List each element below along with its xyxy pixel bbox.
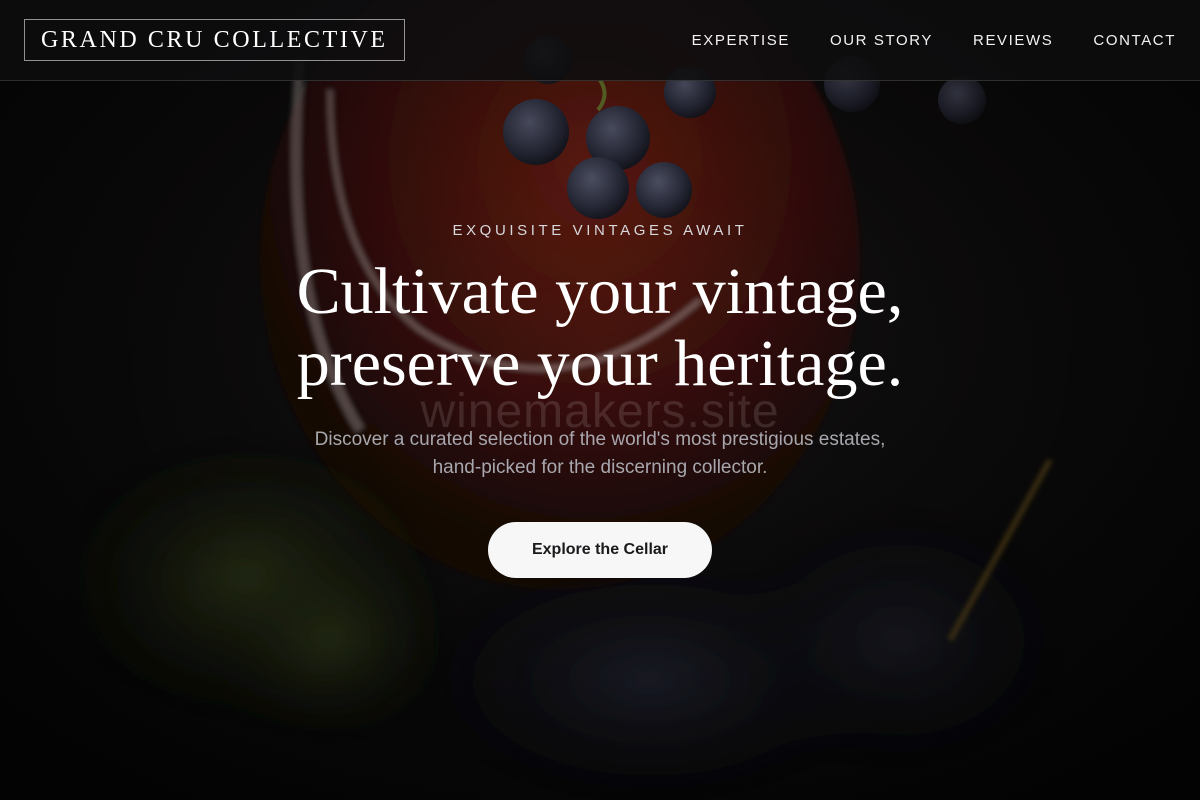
nav-link-our-story[interactable]: OUR STORY	[830, 32, 933, 49]
hero-section: EXQUISITE VINTAGES AWAIT Cultivate your …	[0, 0, 1200, 800]
hero-eyebrow: EXQUISITE VINTAGES AWAIT	[452, 222, 748, 239]
explore-cellar-button[interactable]: Explore the Cellar	[488, 522, 712, 578]
hero-headline: Cultivate your vintage, preserve your he…	[0, 256, 1200, 400]
hero-subtext: Discover a curated selection of the worl…	[0, 426, 1200, 482]
hero-subtext-line-2: hand-picked for the discerning collector…	[432, 457, 768, 478]
nav-link-expertise[interactable]: EXPERTISE	[692, 32, 790, 49]
top-navbar: GRAND CRU COLLECTIVE EXPERTISE OUR STORY…	[0, 0, 1200, 81]
main-nav: EXPERTISE OUR STORY REVIEWS CONTACT	[692, 32, 1176, 49]
nav-link-reviews[interactable]: REVIEWS	[973, 32, 1053, 49]
nav-link-contact[interactable]: CONTACT	[1093, 32, 1176, 49]
hero-subtext-line-1: Discover a curated selection of the worl…	[314, 429, 886, 450]
hero-headline-line-1: Cultivate your vintage,	[296, 255, 904, 328]
brand-logo[interactable]: GRAND CRU COLLECTIVE	[24, 19, 405, 61]
